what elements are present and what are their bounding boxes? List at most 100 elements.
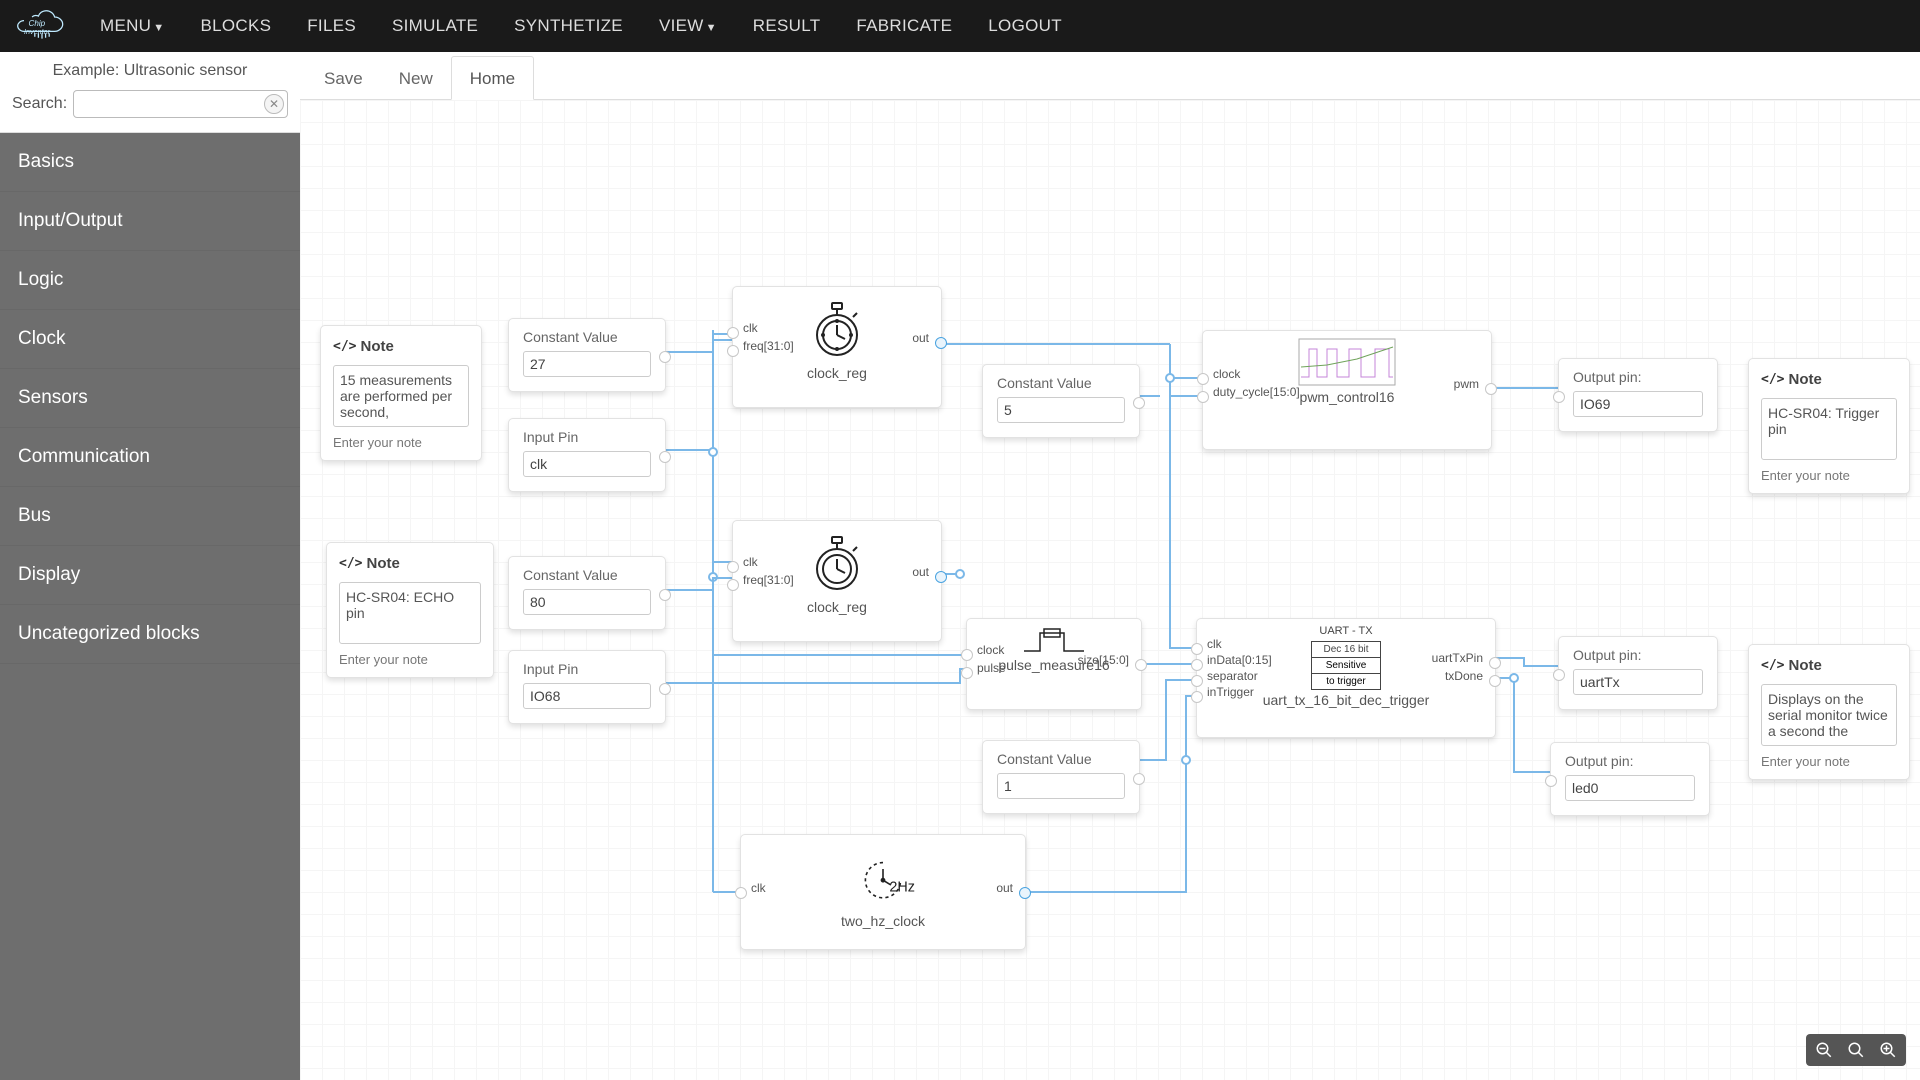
input-pin-field-clk[interactable] xyxy=(523,451,651,477)
input-pin-clk[interactable]: Input Pin xyxy=(508,418,666,492)
port-size[interactable] xyxy=(1135,659,1147,671)
sidebar-cat-communication[interactable]: Communication xyxy=(0,428,300,487)
constant-block-80[interactable]: Constant Value xyxy=(508,556,666,630)
nav-menu-logout[interactable]: LOGOUT xyxy=(972,8,1078,44)
port-label: size[15:0] xyxy=(1078,653,1129,667)
zoom-reset-button[interactable] xyxy=(1844,1038,1868,1062)
port-freq[interactable] xyxy=(727,345,739,357)
port-uarttx[interactable] xyxy=(1489,657,1501,669)
port-out[interactable] xyxy=(935,571,947,583)
port-out[interactable] xyxy=(1133,773,1145,785)
nav-menu-result[interactable]: RESULT xyxy=(737,8,837,44)
constant-input-27[interactable] xyxy=(523,351,651,377)
clock-2hz-icon: 2Hz xyxy=(741,835,1025,913)
port-pulse[interactable] xyxy=(961,667,973,679)
port-clock[interactable] xyxy=(961,649,973,661)
port-freq[interactable] xyxy=(727,579,739,591)
pwm-control-block[interactable]: pwm_control16 clock duty_cycle[15:0] pwm xyxy=(1202,330,1492,450)
nav-menu-synthetize[interactable]: SYNTHETIZE xyxy=(498,8,639,44)
sidebar-cat-uncategorized[interactable]: Uncategorized blocks xyxy=(0,605,300,664)
search-input[interactable] xyxy=(73,90,288,118)
note-block-1[interactable]: </>Note Enter your note xyxy=(320,325,482,461)
port-label: clk xyxy=(743,555,758,569)
two-hz-clock-block[interactable]: 2Hz two_hz_clock clk out xyxy=(740,834,1026,950)
port-out[interactable] xyxy=(1133,397,1145,409)
port-clk[interactable] xyxy=(1191,643,1203,655)
note-textarea-3[interactable] xyxy=(1761,398,1897,460)
port-in[interactable] xyxy=(1553,391,1565,403)
note-block-2[interactable]: </>Note Enter your note xyxy=(326,542,494,678)
note-title: Note xyxy=(360,338,393,355)
output-pin-io69[interactable]: Output pin: xyxy=(1558,358,1718,432)
port-out[interactable] xyxy=(659,351,671,363)
port-out[interactable] xyxy=(659,451,671,463)
output-pin-uarttx[interactable]: Output pin: xyxy=(1558,636,1718,710)
clock-reg-block-1[interactable]: clock_reg clk freq[31:0] out xyxy=(732,286,942,408)
clear-search-icon[interactable]: ✕ xyxy=(264,94,284,114)
output-pin-field-led0[interactable] xyxy=(1565,775,1695,801)
tab-save[interactable]: Save xyxy=(306,57,381,99)
nav-menu-simulate[interactable]: SIMULATE xyxy=(376,8,494,44)
block-name: clock_reg xyxy=(733,599,941,625)
nav-menu-fabricate[interactable]: FABRICATE xyxy=(840,8,968,44)
zoom-in-button[interactable] xyxy=(1876,1038,1900,1062)
uart-tx-block[interactable]: UART - TX Dec 16 bit Sensitive to trigge… xyxy=(1196,618,1496,738)
output-pin-field-io69[interactable] xyxy=(1573,391,1703,417)
zoom-out-button[interactable] xyxy=(1812,1038,1836,1062)
port-clk[interactable] xyxy=(735,887,747,899)
port-clk[interactable] xyxy=(727,327,739,339)
port-out[interactable] xyxy=(935,337,947,349)
constant-input-80[interactable] xyxy=(523,589,651,615)
design-canvas[interactable]: </>Note Enter your note Constant Value I… xyxy=(300,100,1920,1080)
constant-block-27[interactable]: Constant Value xyxy=(508,318,666,392)
sidebar-cat-display[interactable]: Display xyxy=(0,546,300,605)
top-navbar: Chip Inventor MENU▼ BLOCKS FILES SIMULAT… xyxy=(0,0,1920,52)
port-label: out xyxy=(912,331,929,345)
output-pin-led0[interactable]: Output pin: xyxy=(1550,742,1710,816)
port-label: out xyxy=(996,881,1013,895)
nav-menu-blocks[interactable]: BLOCKS xyxy=(184,8,287,44)
note-textarea-1[interactable] xyxy=(333,365,469,427)
clock-reg-block-2[interactable]: clock_reg clk freq[31:0] out xyxy=(732,520,942,642)
pulse-measure-block[interactable]: pulse_measure16 clock pulse size[15:0] xyxy=(966,618,1142,710)
port-out[interactable] xyxy=(659,589,671,601)
constant-block-1[interactable]: Constant Value xyxy=(982,740,1140,814)
tab-home[interactable]: Home xyxy=(451,56,534,100)
output-pin-field-uarttx[interactable] xyxy=(1573,669,1703,695)
port-out[interactable] xyxy=(1019,887,1031,899)
sidebar-cat-clock[interactable]: Clock xyxy=(0,310,300,369)
constant-input-1[interactable] xyxy=(997,773,1125,799)
nav-menu-files[interactable]: FILES xyxy=(291,8,372,44)
note-block-3[interactable]: </>Note Enter your note xyxy=(1748,358,1910,494)
port-label: inTrigger xyxy=(1207,685,1254,699)
constant-input-5[interactable] xyxy=(997,397,1125,423)
sidebar-cat-logic[interactable]: Logic xyxy=(0,251,300,310)
port-pwm[interactable] xyxy=(1485,383,1497,395)
nav-menu: MENU▼ BLOCKS FILES SIMULATE SYNTHETIZE V… xyxy=(84,8,1078,44)
nav-menu-view[interactable]: VIEW▼ xyxy=(643,8,733,44)
input-pin-field-io68[interactable] xyxy=(523,683,651,709)
port-in[interactable] xyxy=(1545,775,1557,787)
sidebar-cat-basics[interactable]: Basics xyxy=(0,133,300,192)
sidebar-cat-bus[interactable]: Bus xyxy=(0,487,300,546)
port-in[interactable] xyxy=(1553,669,1565,681)
port-separator[interactable] xyxy=(1191,675,1203,687)
sidebar-cat-io[interactable]: Input/Output xyxy=(0,192,300,251)
nav-menu-menu[interactable]: MENU▼ xyxy=(84,8,180,44)
sidebar-header: Example: Ultrasonic sensor Search: ✕ xyxy=(0,52,300,133)
note-textarea-2[interactable] xyxy=(339,582,481,644)
port-indata[interactable] xyxy=(1191,659,1203,671)
note-textarea-4[interactable] xyxy=(1761,684,1897,746)
port-clock[interactable] xyxy=(1197,373,1209,385)
constant-block-5[interactable]: Constant Value xyxy=(982,364,1140,438)
sidebar-cat-sensors[interactable]: Sensors xyxy=(0,369,300,428)
port-intrigger[interactable] xyxy=(1191,691,1203,703)
input-pin-io68[interactable]: Input Pin xyxy=(508,650,666,724)
port-duty[interactable] xyxy=(1197,391,1209,403)
port-txdone[interactable] xyxy=(1489,675,1501,687)
note-block-4[interactable]: </>Note Enter your note xyxy=(1748,644,1910,780)
port-clk[interactable] xyxy=(727,561,739,573)
tab-new[interactable]: New xyxy=(381,57,451,99)
port-out[interactable] xyxy=(659,683,671,695)
field-caption: Constant Value xyxy=(997,751,1125,767)
